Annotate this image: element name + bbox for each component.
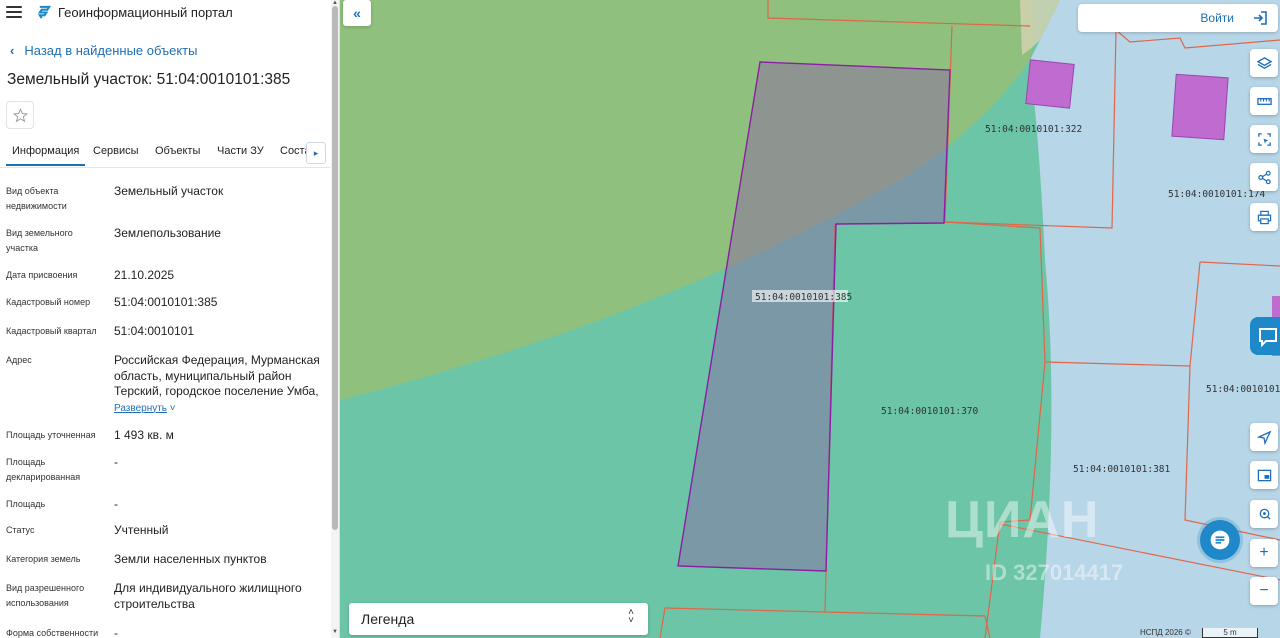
collapse-panel-button[interactable]: « (343, 0, 371, 26)
field-label: Площадь уточненная (6, 430, 96, 440)
share-icon (1257, 170, 1271, 184)
locate-icon (1256, 430, 1271, 445)
chevron-updown-icon: ˄ ˅ (628, 607, 634, 626)
assistant-badge[interactable] (1250, 317, 1280, 355)
field-value: Учтенный (114, 523, 169, 537)
portal-title: Геоинформационный портал (58, 5, 233, 20)
building-1 (1025, 59, 1075, 109)
print-icon (1257, 210, 1271, 224)
plot-label-385: 51:04:0010101:385 (755, 292, 852, 303)
field-value: Землепользование (114, 226, 221, 240)
layers-button[interactable] (1250, 49, 1278, 77)
field-value: Земельный участок (114, 184, 224, 198)
field-label: Дата присвоения (6, 270, 78, 280)
field-value: Для индивидуального жилищного строительс… (114, 581, 302, 611)
field-label: Форма собственности (6, 628, 99, 638)
search-location-icon (1259, 508, 1271, 520)
back-link[interactable]: ‹ Назад в найденные объекты (10, 43, 197, 58)
login-icon (1254, 11, 1267, 25)
login-label: Войти (1200, 11, 1234, 25)
map-canvas[interactable]: 51:04:0010101:385 51:04:0010101:322 51:0… (340, 0, 1280, 638)
field-label: Вид объекта недвижимости (6, 186, 67, 211)
minimap-button[interactable] (1250, 461, 1278, 489)
scale-bar: 5 m (1202, 628, 1258, 638)
app-header: Геоинформационный портал (0, 0, 339, 26)
locate-button[interactable] (1250, 423, 1278, 451)
plot-label-370: 51:04:0010101:370 (881, 406, 979, 417)
field-label: Площадь декларированная (6, 457, 81, 482)
field-value: 51:04:0010101 (114, 324, 195, 338)
zoom-in-icon: + (1259, 544, 1269, 561)
attribution: НСПД 2026 © (1140, 628, 1191, 637)
field-label: Вид земельного участка (6, 228, 73, 253)
map-layer[interactable]: 51:04:0010101:385 51:04:0010101:322 51:0… (340, 0, 1280, 638)
info-panel: Геоинформационный портал ‹ Назад в найден… (0, 0, 340, 638)
chevron-down-icon: ˅ (169, 402, 176, 414)
tab-services[interactable]: Сервисы (93, 145, 139, 157)
print-button[interactable] (1250, 203, 1278, 231)
field-value: 51:04:0010101:385 (114, 295, 218, 309)
object-title: Земельный участок: 51:04:0010101:385 (7, 71, 291, 88)
legend-label: Легенда (361, 611, 415, 627)
building-2 (1171, 73, 1229, 141)
address-text: Российская Федерация, Мурманская область… (114, 353, 320, 398)
field-label: Статус (6, 525, 35, 535)
favorite-button[interactable] (6, 101, 34, 129)
field-value: - (114, 497, 118, 511)
tab-objects[interactable]: Объекты (155, 145, 200, 157)
field-value: Российская Федерация, Мурманская область… (114, 353, 324, 416)
select-area-button[interactable] (1250, 125, 1278, 153)
field-label: Кадастровый квартал (6, 326, 97, 336)
minimap-icon (1257, 469, 1271, 481)
zoom-out-icon: − (1259, 582, 1269, 599)
tabs-next-button[interactable]: ▸ (306, 142, 326, 164)
scroll-down-icon[interactable]: ▼ (332, 629, 338, 635)
field-value: 21.10.2025 (114, 268, 175, 282)
plot-label-174: 51:04:0010101:174 (1168, 189, 1266, 200)
field-label: Вид разрешенного использования (6, 583, 85, 608)
field-label: Кадастровый номер (6, 297, 91, 307)
tab-bar: Информация Сервисы Объекты Части ЗУ Сост… (0, 140, 330, 168)
layers-icon (1256, 56, 1272, 69)
chat-button[interactable] (1200, 520, 1240, 560)
panel-scrollbar[interactable]: ▲ ▼ (331, 0, 339, 638)
field-label: Категория земель (6, 554, 81, 564)
chat-icon (1210, 530, 1230, 550)
field-value: - (114, 626, 118, 638)
plot-label-right: 51:04:0010101 (1206, 384, 1280, 395)
select-area-icon (1257, 132, 1271, 146)
zoom-out-button[interactable]: − (1250, 577, 1278, 605)
expand-address-link[interactable]: Развернуть ˅ (114, 403, 176, 414)
field-value: Земли населенных пунктов (114, 552, 267, 566)
tab-info[interactable]: Информация (5, 145, 86, 166)
legend-dropdown[interactable]: Легенда ˄ ˅ (349, 603, 648, 635)
ruler-button[interactable] (1250, 87, 1278, 115)
chevron-left-icon: ‹ (10, 43, 15, 58)
field-label: Адрес (6, 355, 32, 365)
plot-label-322: 51:04:0010101:322 (985, 124, 1082, 135)
portal-logo-icon (37, 5, 52, 19)
menu-icon[interactable] (6, 6, 22, 18)
tab-parts[interactable]: Части ЗУ (217, 145, 264, 157)
ruler-icon (1256, 97, 1272, 105)
back-link-label: Назад в найденные объекты (24, 43, 198, 58)
chevron-right-icon: ▸ (313, 147, 319, 158)
plot-label-381: 51:04:0010101:381 (1073, 464, 1171, 475)
share-button[interactable] (1250, 163, 1278, 191)
field-value: 1 493 кв. м (114, 428, 174, 442)
login-button[interactable]: Войти (1078, 4, 1278, 32)
field-value: - (114, 455, 118, 469)
star-icon (12, 107, 28, 122)
assistant-icon (1259, 328, 1277, 348)
field-label: Площадь (6, 499, 46, 509)
zoom-in-button[interactable]: + (1250, 539, 1278, 567)
search-location-button[interactable] (1250, 500, 1278, 528)
scroll-thumb[interactable] (332, 6, 338, 530)
